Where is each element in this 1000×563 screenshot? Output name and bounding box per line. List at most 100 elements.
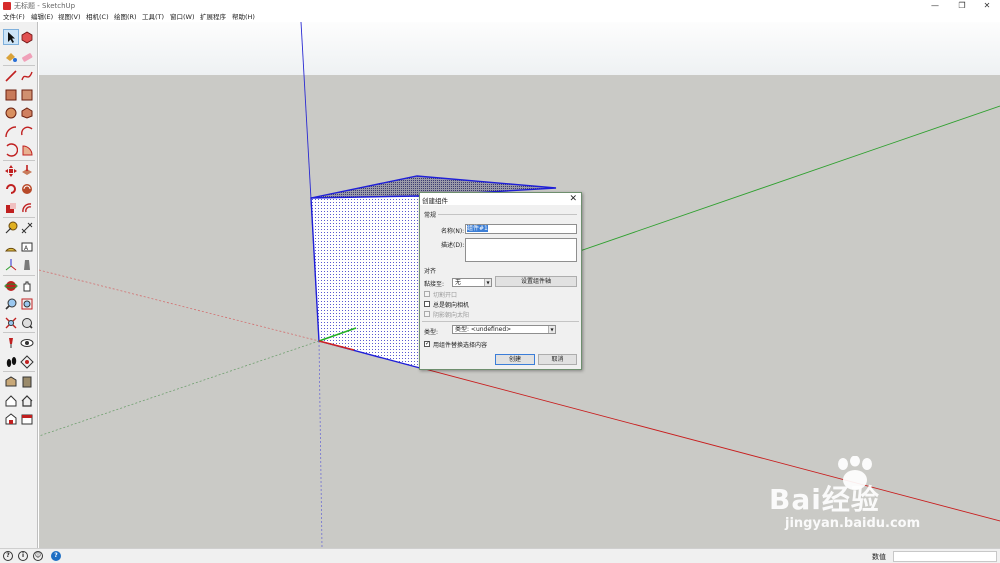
glue-to-value: 无	[455, 279, 462, 286]
push-pull-icon[interactable]	[20, 164, 34, 178]
sketchup-logo-icon	[3, 2, 11, 10]
dialog-title-bar: 创建组件 ✕	[420, 193, 581, 205]
section-plane-icon[interactable]	[20, 354, 34, 369]
dimension-icon[interactable]	[20, 221, 34, 235]
warehouse-icon[interactable]	[4, 375, 18, 389]
circle-icon[interactable]	[4, 106, 18, 120]
cut-opening-checkbox[interactable]	[424, 291, 430, 297]
polygon-icon[interactable]	[20, 106, 34, 120]
divider	[422, 321, 579, 322]
3d-text-icon[interactable]	[20, 258, 34, 272]
menu-file[interactable]: 文件(F)	[3, 12, 25, 22]
offset-icon[interactable]	[20, 201, 34, 215]
replace-selection-checkbox[interactable]: ✓	[424, 341, 430, 347]
menu-view[interactable]: 视图(V)	[58, 12, 81, 22]
set-component-axes-button[interactable]: 设置组件轴	[495, 276, 577, 287]
measurements-input[interactable]	[893, 551, 997, 562]
shadows-face-sun-checkbox[interactable]	[424, 311, 430, 317]
description-input[interactable]	[465, 238, 577, 262]
menu-window[interactable]: 窗口(W)	[170, 12, 195, 22]
three-point-arc-icon[interactable]	[4, 143, 18, 157]
maximize-button[interactable]: ❐	[949, 0, 975, 12]
box-front-face[interactable]	[310, 195, 421, 369]
menu-help[interactable]: 帮助(H)	[232, 12, 255, 22]
component-house-icon[interactable]	[4, 412, 18, 426]
house-icon[interactable]	[20, 394, 34, 408]
geo-location-icon[interactable]: ?	[3, 551, 13, 561]
pie-icon[interactable]	[20, 143, 34, 157]
replace-selection-label: 用组件替换选择内容	[433, 342, 488, 349]
glue-to-label: 黏接至:	[424, 281, 445, 288]
user-icon[interactable]: ☺	[33, 551, 43, 561]
toolbar-separator	[3, 274, 35, 276]
scale-icon[interactable]	[4, 201, 18, 215]
type-select[interactable]: 类型: <undefined> ▼	[452, 325, 556, 334]
watermark-url: jingyan.baidu.com	[785, 516, 921, 531]
rotate-icon[interactable]	[4, 182, 18, 196]
rectangle-icon[interactable]	[4, 88, 18, 102]
window-title: 无标题 - SketchUp	[14, 2, 76, 10]
menu-extensions[interactable]: 扩展程序	[200, 12, 226, 22]
description-label: 描述(D):	[441, 242, 465, 249]
chevron-down-icon: ▼	[484, 279, 491, 286]
paint-bucket-icon[interactable]	[4, 49, 18, 63]
orbit-icon[interactable]	[4, 279, 18, 293]
eraser-icon[interactable]	[20, 49, 34, 63]
sketchup-window: 无标题 - SketchUp — ❐ ✕ 文件(F) 编辑(E) 视图(V) 相…	[0, 0, 1000, 563]
line-icon[interactable]	[4, 69, 18, 83]
dialog-close-button[interactable]: ✕	[569, 193, 577, 205]
section-alignment-label: 对齐	[424, 268, 437, 275]
position-camera-icon[interactable]	[4, 336, 18, 350]
blue-axis-negative	[318, 340, 323, 548]
walk-icon[interactable]	[4, 355, 18, 369]
move-icon[interactable]	[4, 164, 18, 178]
toolbar-separator	[3, 65, 35, 66]
previous-view-icon[interactable]	[20, 316, 34, 330]
rotated-rectangle-icon[interactable]	[20, 88, 34, 102]
send-to-layout-icon[interactable]	[4, 394, 18, 408]
minimize-button[interactable]: —	[922, 0, 948, 12]
status-bar: ? i ☺ ? 数值	[0, 548, 1000, 563]
dialog-title: 创建组件	[422, 197, 448, 205]
zoom-extents-icon[interactable]	[4, 316, 18, 330]
arc-icon[interactable]	[4, 125, 18, 139]
pan-icon[interactable]	[20, 279, 34, 293]
two-point-arc-icon[interactable]	[20, 125, 34, 139]
toolbar-separator	[3, 371, 35, 372]
text-icon[interactable]: A	[20, 240, 34, 254]
name-input[interactable]: 组件#1	[465, 224, 577, 234]
zoom-icon[interactable]	[4, 297, 18, 311]
menu-edit[interactable]: 编辑(E)	[31, 12, 53, 22]
shadows-face-sun-label: 阴影朝向太阳	[433, 312, 470, 319]
protractor-icon[interactable]	[4, 240, 18, 254]
look-around-icon[interactable]	[20, 336, 34, 350]
building-icon[interactable]	[20, 412, 34, 426]
section-divider	[438, 214, 577, 215]
freehand-icon[interactable]	[20, 69, 34, 83]
type-value: 类型: <undefined>	[455, 326, 512, 333]
select-icon[interactable]	[3, 29, 19, 45]
chevron-down-icon: ▼	[548, 326, 555, 333]
cancel-button[interactable]: 取消	[538, 354, 577, 365]
close-button[interactable]: ✕	[974, 0, 1000, 12]
section-general-label: 常规	[424, 212, 437, 219]
tape-measure-icon[interactable]	[4, 221, 18, 235]
glue-to-select[interactable]: 无 ▼	[452, 278, 492, 287]
follow-me-icon[interactable]	[20, 182, 34, 196]
help-icon[interactable]: ?	[51, 551, 61, 561]
extension-warehouse-icon[interactable]	[20, 375, 34, 389]
make-component-icon[interactable]	[20, 30, 34, 44]
menu-bar: 文件(F) 编辑(E) 视图(V) 相机(C) 绘图(R) 工具(T) 窗口(W…	[0, 12, 1000, 22]
zoom-window-icon[interactable]	[20, 297, 34, 311]
axes-icon[interactable]	[4, 258, 18, 272]
toolbar-separator	[3, 217, 35, 218]
credits-icon[interactable]: i	[18, 551, 28, 561]
menu-draw[interactable]: 绘图(R)	[114, 12, 137, 22]
menu-tools[interactable]: 工具(T)	[142, 12, 164, 22]
toolbar-separator	[3, 332, 35, 333]
menu-camera[interactable]: 相机(C)	[86, 12, 109, 22]
create-button[interactable]: 创建	[495, 354, 535, 365]
always-face-camera-checkbox[interactable]	[424, 301, 430, 307]
create-component-dialog: 创建组件 ✕ 常规 名称(N): 组件#1 描述(D): 对齐 黏接至: 无 ▼…	[419, 192, 582, 370]
toolbar-separator	[3, 159, 35, 161]
